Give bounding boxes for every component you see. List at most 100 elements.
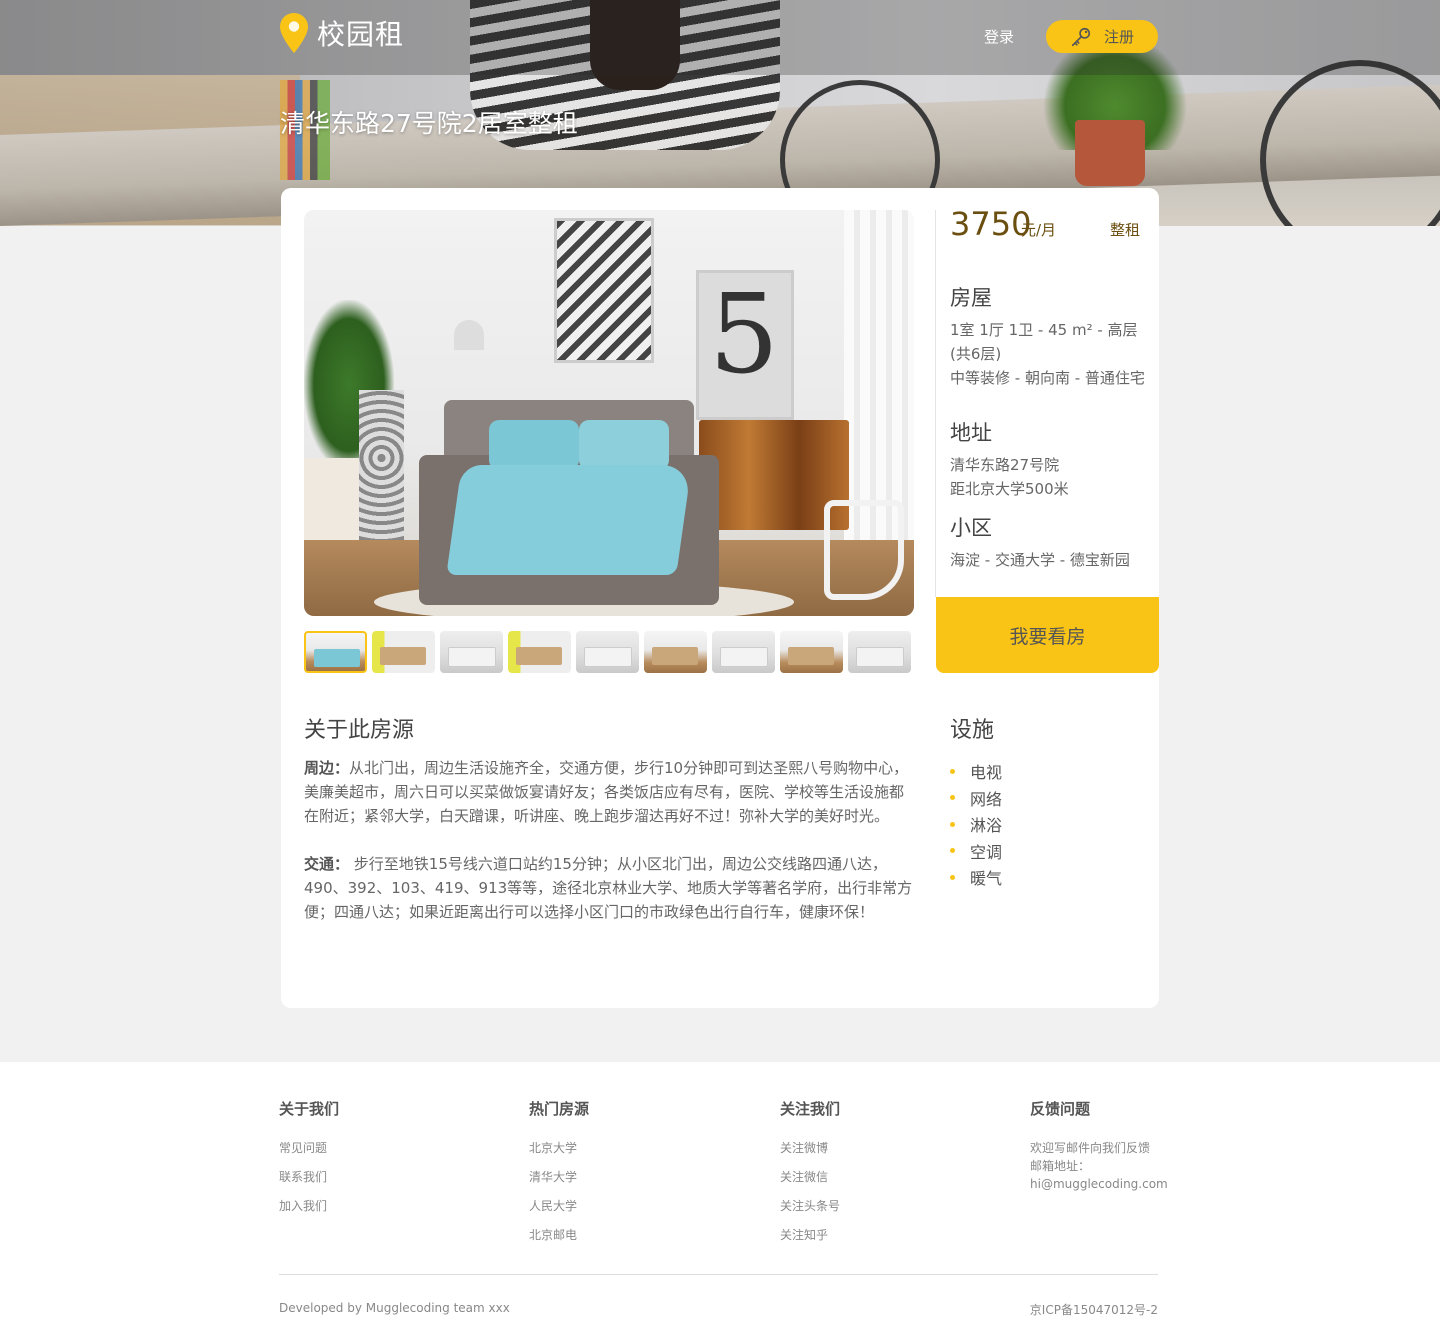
developer-credit: Developed by Mugglecoding team xxx xyxy=(279,1301,510,1315)
footer-link-join[interactable]: 加入我们 xyxy=(279,1197,519,1226)
facility-label: 暖气 xyxy=(970,869,1003,889)
dot-icon xyxy=(950,795,955,801)
about-section: 关于此房源 周边：从北门出，周边生活设施齐全，交通方便，步行10分钟即可到达圣熙… xyxy=(304,712,916,924)
footer-link-ruc[interactable]: 人民大学 xyxy=(529,1197,769,1226)
footer-link-toutiao[interactable]: 关注头条号 xyxy=(780,1197,1020,1226)
transport-label: 交通： xyxy=(304,855,350,873)
thumbnail[interactable] xyxy=(508,631,571,673)
list-item: 电视 xyxy=(950,758,1150,785)
price-unit: 元/月 xyxy=(1021,221,1057,239)
listing-card: 5 3750 元/月 整租 房屋 1室 1厅 1卫 - 45 m² - 高层(共… xyxy=(281,188,1159,1008)
address-distance: 距北京大学500米 xyxy=(950,480,1069,498)
photo-art-number: 5 xyxy=(709,270,779,398)
facility-label: 空调 xyxy=(970,842,1003,862)
footer-heading: 反馈问题 xyxy=(1030,1100,1091,1118)
hero-pot xyxy=(1075,120,1145,186)
footer-heading: 热门房源 xyxy=(529,1100,590,1118)
thumbnail[interactable] xyxy=(712,631,775,673)
list-item: 网络 xyxy=(950,785,1150,812)
footer-column-follow: 关注我们 关注微博 关注微信 关注头条号 关注知乎 xyxy=(780,1098,1020,1255)
address-heading: 地址 xyxy=(950,421,992,445)
facility-label: 网络 xyxy=(970,789,1003,809)
thumbnail[interactable] xyxy=(576,631,639,673)
list-item: 暖气 xyxy=(950,864,1150,891)
sidebar-divider xyxy=(935,210,936,597)
register-label: 注册 xyxy=(1103,28,1134,46)
transport-text: 步行至地铁15号线六道口站约15分钟；从小区北门出，周边公交线路四通八达，490… xyxy=(304,855,913,921)
photo-pillow xyxy=(579,420,669,470)
footer-link-wechat[interactable]: 关注微信 xyxy=(780,1168,1020,1197)
feedback-email-label: 邮箱地址： xyxy=(1030,1159,1091,1173)
icp-license: 京ICP备15047012号-2 xyxy=(1029,1303,1158,1317)
footer-heading: 关注我们 xyxy=(780,1100,841,1118)
footer-link-pku[interactable]: 北京大学 xyxy=(529,1139,769,1168)
about-heading: 关于此房源 xyxy=(304,718,415,743)
footer-link-faq[interactable]: 常见问题 xyxy=(279,1139,519,1168)
footer-heading: 关于我们 xyxy=(279,1100,340,1118)
book-viewing-button[interactable]: 我要看房 xyxy=(936,597,1159,673)
thumbnail[interactable] xyxy=(440,631,503,673)
thumbnail[interactable] xyxy=(848,631,911,673)
photo-blanket xyxy=(446,465,692,575)
rent-type: 整租 xyxy=(1109,221,1140,239)
brand-name: 校园租 xyxy=(317,18,405,51)
facilities-section: 设施 电视 网络 淋浴 空调 暖气 xyxy=(950,712,1150,891)
facility-label: 电视 xyxy=(970,763,1003,783)
register-button[interactable]: 注册 xyxy=(1046,20,1158,53)
address-info: 地址 清华东路27号院 距北京大学500米 xyxy=(950,417,1150,501)
key-icon xyxy=(1071,27,1091,46)
surroundings-text: 从北门出，周边生活设施齐全，交通方便，步行10分钟即可到达圣熙八号购物中心，美廉… xyxy=(304,759,909,825)
footer-divider xyxy=(279,1274,1158,1275)
listing-title: 清华东路27号院2居室整租 xyxy=(280,109,578,138)
thumbnail[interactable] xyxy=(644,631,707,673)
surroundings-label: 周边： xyxy=(304,759,350,777)
price-row: 3750 元/月 整租 xyxy=(950,205,1142,245)
community-heading: 小区 xyxy=(950,516,992,540)
photo-chair xyxy=(824,500,904,600)
facility-label: 淋浴 xyxy=(970,816,1003,836)
house-details: 1室 1厅 1卫 - 45 m² - 高层(共6层) xyxy=(950,321,1138,363)
brand-logo[interactable]: 校园租 xyxy=(280,13,404,53)
footer-link-zhihu[interactable]: 关注知乎 xyxy=(780,1226,1020,1255)
footer-column-popular: 热门房源 北京大学 清华大学 人民大学 北京邮电 xyxy=(529,1098,769,1255)
thumbnail[interactable] xyxy=(372,631,435,673)
main-photo[interactable]: 5 xyxy=(304,210,914,616)
photo-wall-art xyxy=(554,218,654,363)
feedback-text: 欢迎写邮件向我们反馈 xyxy=(1030,1141,1151,1155)
surroundings-paragraph: 周边：从北门出，周边生活设施齐全，交通方便，步行10分钟即可到达圣熙八号购物中心… xyxy=(304,756,916,828)
footer-link-bupt[interactable]: 北京邮电 xyxy=(529,1226,769,1255)
footer-link-thu[interactable]: 清华大学 xyxy=(529,1168,769,1197)
facilities-list: 电视 网络 淋浴 空调 暖气 xyxy=(950,758,1150,891)
house-heading: 房屋 xyxy=(950,286,992,310)
dot-icon xyxy=(950,874,955,880)
photo-speaker xyxy=(359,390,404,560)
thumbnail-strip xyxy=(304,631,914,673)
dot-icon xyxy=(950,848,955,854)
community-line: 海淀 - 交通大学 - 德宝新园 xyxy=(950,551,1130,569)
price-amount: 3750 xyxy=(950,205,1032,243)
photo-pillow xyxy=(489,420,579,470)
house-details: 中等装修 - 朝向南 - 普通住宅 xyxy=(950,369,1145,387)
location-pin-icon xyxy=(280,13,308,53)
dot-icon xyxy=(950,768,955,774)
feedback-email[interactable]: hi@mugglecoding.com xyxy=(1030,1175,1168,1193)
top-navbar xyxy=(0,0,1440,75)
login-link[interactable]: 登录 xyxy=(984,26,1014,47)
footer-link-contact[interactable]: 联系我们 xyxy=(279,1168,519,1197)
thumbnail[interactable] xyxy=(780,631,843,673)
thumbnail[interactable] xyxy=(304,631,367,673)
list-item: 淋浴 xyxy=(950,811,1150,838)
footer-link-weibo[interactable]: 关注微博 xyxy=(780,1139,1020,1168)
list-item: 空调 xyxy=(950,838,1150,865)
site-footer: 关于我们 常见问题 联系我们 加入我们 热门房源 北京大学 清华大学 人民大学 … xyxy=(0,1062,1440,1344)
photo-lamp xyxy=(454,320,484,350)
transport-paragraph: 交通： 步行至地铁15号线六道口站约15分钟；从小区北门出，周边公交线路四通八达… xyxy=(304,852,916,924)
footer-column-about: 关于我们 常见问题 联系我们 加入我们 xyxy=(279,1098,519,1226)
footer-column-feedback: 反馈问题 欢迎写邮件向我们反馈 邮箱地址： hi@mugglecoding.co… xyxy=(1030,1098,1168,1193)
house-info: 房屋 1室 1厅 1卫 - 45 m² - 高层(共6层) 中等装修 - 朝向南… xyxy=(950,282,1150,390)
address-line: 清华东路27号院 xyxy=(950,456,1060,474)
community-info: 小区 海淀 - 交通大学 - 德宝新园 xyxy=(950,512,1150,572)
dot-icon xyxy=(950,821,955,827)
facilities-heading: 设施 xyxy=(950,718,995,743)
photo-curtain xyxy=(844,210,914,540)
